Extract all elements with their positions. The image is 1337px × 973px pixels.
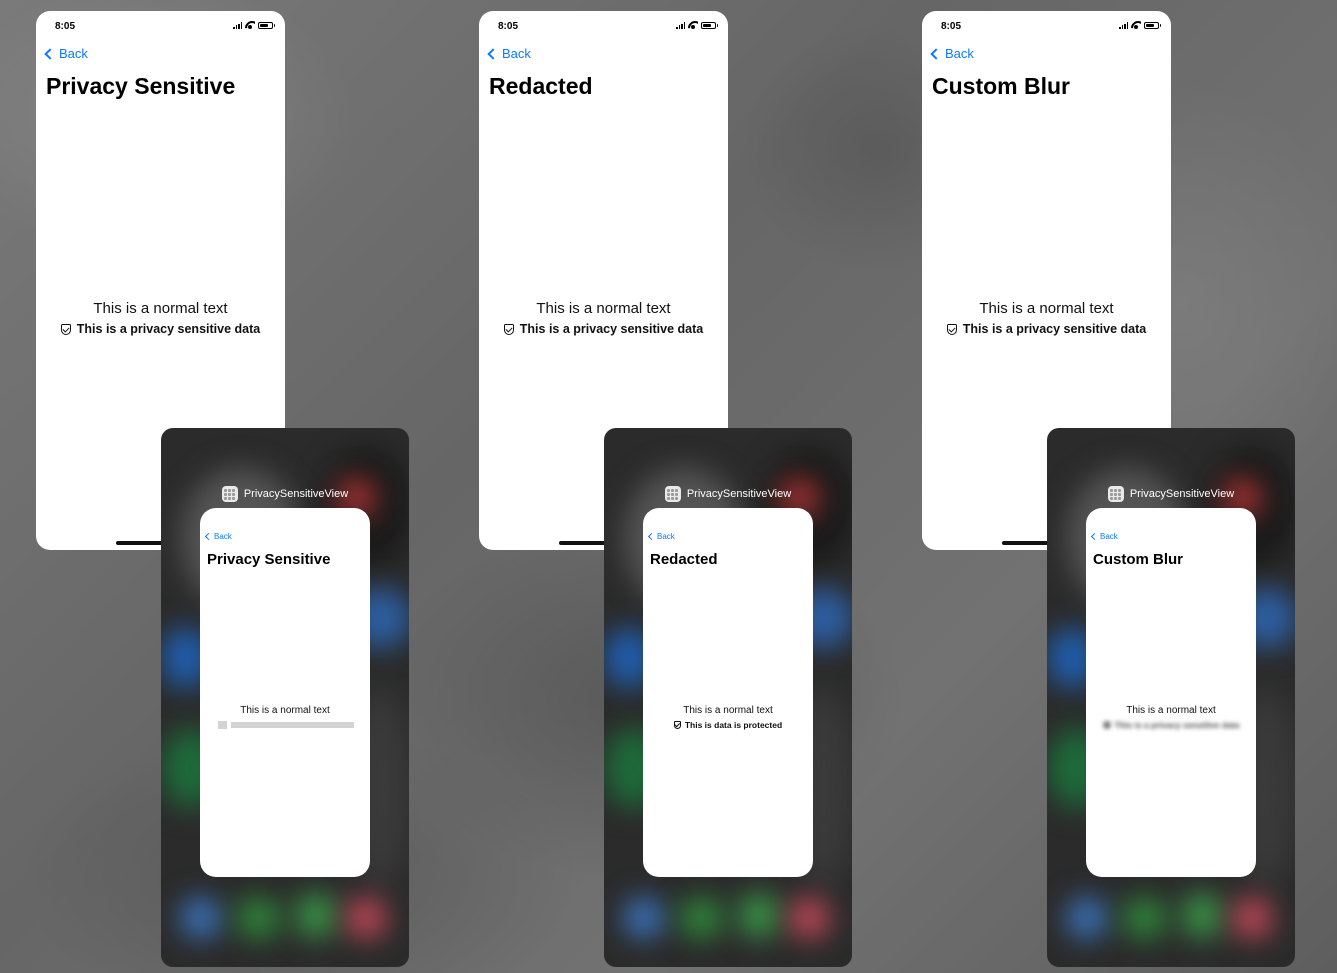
app-snapshot-card[interactable]: Back Redacted This is a normal text This…	[643, 508, 813, 877]
status-time: 8:05	[498, 21, 519, 32]
app-snapshot-card[interactable]: Back Privacy Sensitive This is a normal …	[200, 508, 370, 877]
cellular-signal-icon	[233, 21, 242, 29]
normal-text: This is a normal text	[536, 300, 671, 317]
snapshot-title: Privacy Sensitive	[207, 551, 331, 568]
back-button[interactable]: Back	[929, 46, 974, 61]
redacted-text-placeholder	[231, 722, 354, 728]
sensitive-row: This is a privacy sensitive data	[479, 322, 728, 336]
status-time: 8:05	[941, 21, 962, 32]
app-switcher-custom-blur[interactable]: PrivacySensitiveView Back Custom Blur Th…	[1047, 428, 1295, 967]
app-grid-icon	[1107, 486, 1124, 502]
blurred-text: This is a privacy sensitive data	[1114, 720, 1240, 730]
app-switcher-header: PrivacySensitiveView	[1047, 486, 1295, 502]
blurred-shield-icon	[1102, 721, 1111, 729]
redacted-placeholder	[218, 721, 354, 729]
app-snapshot-card[interactable]: Back Custom Blur This is a normal text T…	[1086, 508, 1256, 877]
normal-text: This is a normal text	[979, 300, 1114, 317]
snapshot-normal-text: This is a normal text	[683, 705, 773, 716]
app-switcher-header: PrivacySensitiveView	[161, 486, 409, 502]
page-title: Redacted	[489, 73, 593, 99]
snapshot-normal-text: This is a normal text	[240, 705, 330, 716]
battery-icon	[701, 21, 718, 29]
chevron-left-icon	[44, 47, 56, 60]
back-label: Back	[945, 46, 974, 61]
redacted-icon-placeholder	[218, 721, 227, 729]
page-title: Custom Blur	[932, 73, 1070, 99]
protected-text: This is data is protected	[684, 720, 783, 730]
normal-text: This is a normal text	[93, 300, 228, 317]
cellular-signal-icon	[676, 21, 685, 29]
blurred-sensitive-row: This is a privacy sensitive data	[1100, 720, 1242, 730]
snapshot-back: Back	[204, 532, 232, 541]
app-name: PrivacySensitiveView	[686, 488, 792, 500]
snapshot-title: Custom Blur	[1093, 551, 1183, 568]
app-grid-icon	[664, 486, 681, 502]
shield-check-icon	[60, 323, 71, 335]
sensitive-text: This is a privacy sensitive data	[519, 322, 704, 336]
battery-icon	[1144, 21, 1161, 29]
shield-check-icon	[503, 323, 514, 335]
wifi-icon	[688, 21, 698, 29]
status-time: 8:05	[55, 21, 76, 32]
sensitive-row: This is a privacy sensitive data	[36, 322, 285, 336]
snapshot-back-label: Back	[657, 532, 675, 541]
snapshot-back: Back	[1090, 532, 1118, 541]
sensitive-text: This is a privacy sensitive data	[76, 322, 261, 336]
page-title: Privacy Sensitive	[46, 73, 236, 99]
shield-check-icon	[673, 721, 681, 729]
cellular-signal-icon	[1119, 21, 1128, 29]
wifi-icon	[1131, 21, 1141, 29]
snapshot-back-label: Back	[1100, 532, 1118, 541]
snapshot-normal-text: This is a normal text	[1126, 705, 1216, 716]
app-grid-icon	[221, 486, 238, 502]
battery-icon	[258, 21, 275, 29]
status-icons	[1119, 21, 1161, 29]
app-switcher-redacted[interactable]: PrivacySensitiveView Back Redacted This …	[604, 428, 852, 967]
back-label: Back	[59, 46, 88, 61]
sensitive-row: This is a privacy sensitive data	[922, 322, 1171, 336]
back-label: Back	[502, 46, 531, 61]
shield-check-icon	[946, 323, 957, 335]
protected-row: This is data is protected	[643, 720, 813, 730]
app-name: PrivacySensitiveView	[243, 488, 349, 500]
chevron-left-icon	[487, 47, 499, 60]
sensitive-text: This is a privacy sensitive data	[962, 322, 1147, 336]
app-name: PrivacySensitiveView	[1129, 488, 1235, 500]
chevron-left-icon	[1090, 532, 1099, 541]
chevron-left-icon	[647, 532, 656, 541]
wifi-icon	[245, 21, 255, 29]
snapshot-title: Redacted	[650, 551, 718, 568]
snapshot-back: Back	[647, 532, 675, 541]
status-icons	[233, 21, 275, 29]
chevron-left-icon	[204, 532, 213, 541]
app-switcher-header: PrivacySensitiveView	[604, 486, 852, 502]
app-switcher-privacy-sensitive[interactable]: PrivacySensitiveView Back Privacy Sensit…	[161, 428, 409, 967]
status-icons	[676, 21, 718, 29]
chevron-left-icon	[930, 47, 942, 60]
back-button[interactable]: Back	[486, 46, 531, 61]
snapshot-back-label: Back	[214, 532, 232, 541]
back-button[interactable]: Back	[43, 46, 88, 61]
